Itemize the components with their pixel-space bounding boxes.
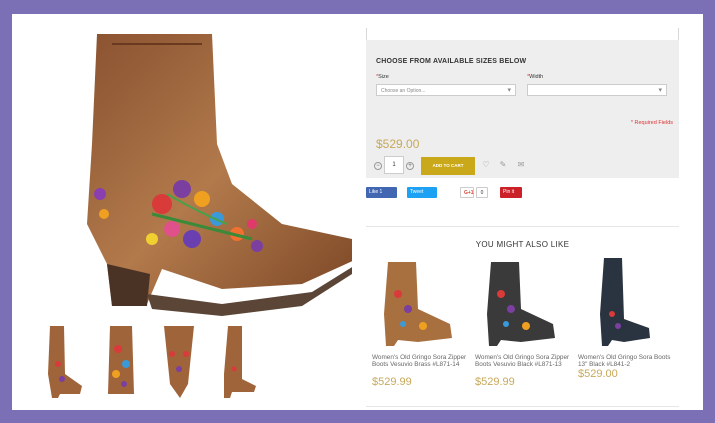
options-heading: CHOOSE FROM AVAILABLE SIZES BELOW: [376, 58, 527, 65]
thumbnail-4[interactable]: [214, 324, 259, 400]
add-to-cart-button[interactable]: ADD TO CART: [421, 157, 475, 175]
chevron-down-icon: ▾: [507, 87, 511, 94]
size-select[interactable]: Choose an Option... ▾: [376, 84, 516, 96]
divider: [366, 226, 679, 227]
google-plus-count: 0: [476, 187, 488, 198]
heart-icon[interactable]: ♡: [481, 160, 491, 170]
width-label: *Width: [527, 74, 544, 80]
related-product-price: $529.99: [372, 376, 412, 388]
product-page: CHOOSE FROM AVAILABLE SIZES BELOW *Size …: [12, 14, 703, 410]
google-plus-button[interactable]: G+1: [460, 187, 474, 198]
tweet-button[interactable]: Tweet: [407, 187, 437, 198]
required-fields-note: * Required Fields: [630, 120, 673, 126]
thumbnail-3[interactable]: [156, 324, 201, 400]
chevron-down-icon: ▾: [658, 87, 662, 94]
plus-icon[interactable]: +: [406, 162, 414, 170]
options-panel: CHOOSE FROM AVAILABLE SIZES BELOW *Size …: [366, 40, 679, 178]
bottom-divider: [366, 406, 679, 407]
related-product-name[interactable]: Women's Old Gringo Sora Zipper Boots Ves…: [475, 354, 571, 368]
related-heading: YOU MIGHT ALSO LIKE: [475, 240, 570, 249]
related-product-name[interactable]: Women's Old Gringo Sora Zipper Boots Ves…: [372, 354, 468, 368]
related-product-image[interactable]: [368, 254, 468, 350]
thumbnail-strip: [40, 324, 256, 404]
thumbnail-1[interactable]: [40, 324, 85, 400]
size-label: *Size: [376, 74, 389, 80]
related-product-price: $529.99: [475, 376, 515, 388]
related-product-image[interactable]: [471, 254, 571, 350]
width-select[interactable]: ▾: [527, 84, 667, 96]
product-price: $529.00: [376, 137, 420, 151]
facebook-like-button[interactable]: Like 1: [366, 187, 397, 198]
related-product-name[interactable]: Women's Old Gringo Sora Boots 13" Black …: [578, 354, 674, 368]
envelope-icon[interactable]: ✉: [516, 160, 526, 170]
thumbnail-2[interactable]: [98, 324, 143, 400]
pinterest-button[interactable]: Pin it: [500, 187, 522, 198]
minus-icon[interactable]: −: [374, 162, 382, 170]
pencil-icon[interactable]: ✎: [498, 160, 508, 170]
related-product-price: $529.00: [578, 368, 618, 380]
main-product-image[interactable]: [52, 24, 357, 319]
size-select-value: Choose an Option...: [381, 88, 426, 94]
quantity-input[interactable]: 1: [384, 156, 404, 174]
related-product-image[interactable]: [574, 254, 674, 350]
